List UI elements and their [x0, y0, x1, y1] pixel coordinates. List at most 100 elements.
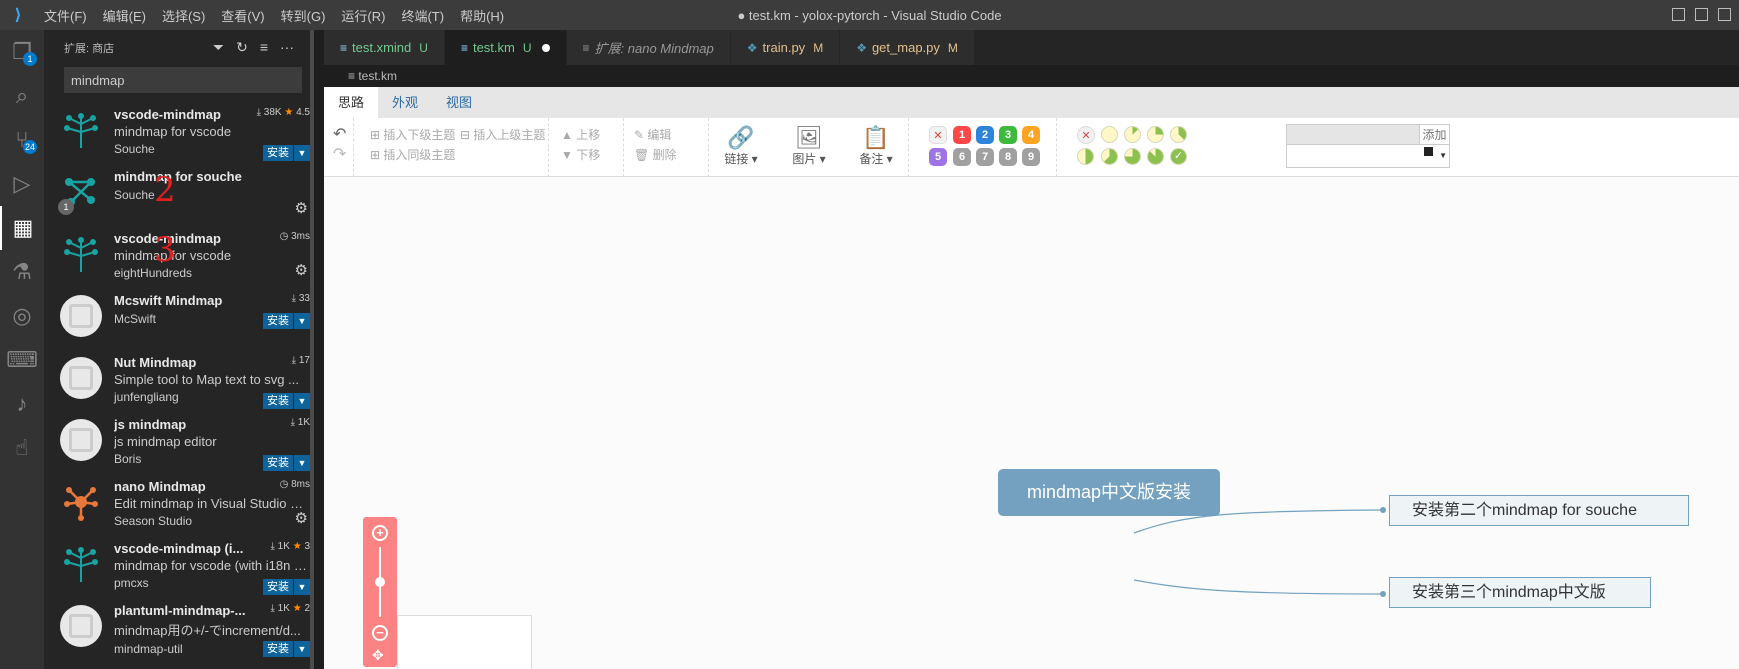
extension-item[interactable]: nano Mindmap Edit mindmap in Visual Stud… [44, 473, 314, 535]
insert-child-button[interactable]: ⊞ 插入下级主题 [370, 126, 455, 143]
insert-parent-button[interactable]: ⊟ 插入上级主题 [460, 126, 545, 143]
manage-gear-icon[interactable]: ⚙ [295, 261, 308, 279]
progress-5-icon[interactable] [1101, 148, 1118, 165]
priority-remove-icon[interactable]: ✕ [929, 126, 947, 144]
zoom-out-icon[interactable]: − [372, 625, 388, 641]
install-button[interactable]: 安装 [263, 455, 293, 471]
source-control-icon[interactable]: ⑂ 24 [0, 118, 44, 162]
tab-get-map-py[interactable]: ❖ get_map.py M [840, 30, 975, 65]
mindmap-child-node[interactable]: 安装第三个mindmap中文版 [1389, 577, 1651, 608]
sidebar-scrollbar[interactable] [310, 30, 314, 669]
edit-button[interactable]: ✎ 编辑 [634, 126, 671, 143]
image-button[interactable]: 🖼 图片 ▾ [787, 126, 831, 167]
menu-help[interactable]: 帮助(H) [452, 6, 512, 25]
extension-item[interactable]: plantuml-mindmap-... mindmap用の+/-でincrem… [44, 597, 314, 659]
menu-go[interactable]: 转到(G) [273, 6, 334, 25]
priority-4[interactable]: 4 [1022, 126, 1040, 144]
extension-item[interactable]: Nut Mindmap Simple tool to Map text to s… [44, 349, 314, 411]
extensions-icon[interactable]: ▦ [0, 206, 44, 250]
undo-icon[interactable]: ↶ [333, 124, 346, 144]
unsaved-dot-icon[interactable] [541, 43, 550, 52]
move-up-button[interactable]: ▲ 上移 [561, 126, 600, 143]
filter-icon[interactable]: ⏷ [213, 39, 224, 56]
toggle-sidebar-icon[interactable] [1672, 8, 1685, 21]
explorer-icon[interactable]: ❐ 1 [0, 30, 44, 74]
zoom-in-icon[interactable]: + [372, 525, 388, 541]
progress-done-icon[interactable]: ✓ [1170, 148, 1187, 165]
navigator-minimap[interactable] [397, 615, 532, 669]
manage-gear-icon[interactable]: ⚙ [295, 509, 308, 527]
more-icon[interactable]: ··· [280, 39, 294, 56]
priority-7[interactable]: 7 [976, 148, 994, 166]
clear-icon[interactable]: ≡ [260, 39, 268, 56]
tab-test-km[interactable]: ≡ test.km U [444, 30, 567, 65]
link-button[interactable]: 🔗 链接 ▾ [721, 126, 761, 167]
progress-remove-icon[interactable]: ✕ [1077, 126, 1095, 144]
redo-icon[interactable]: ↷ [333, 144, 346, 164]
extension-item[interactable]: js mindmap js mindmap editor Boris ⤓ 1K … [44, 411, 314, 473]
customize-layout-icon[interactable] [1718, 8, 1731, 21]
install-button[interactable]: 安装 [263, 579, 293, 595]
install-dropdown-icon[interactable]: ▼ [294, 641, 310, 657]
priority-3[interactable]: 3 [999, 126, 1017, 144]
priority-9[interactable]: 9 [1022, 148, 1040, 166]
mindmap-root-node[interactable]: mindmap中文版安装 [998, 469, 1220, 516]
progress-1-icon[interactable] [1124, 126, 1141, 143]
tab-extension-nano-mindmap[interactable]: ≡ 扩展: nano Mindmap [566, 30, 731, 65]
tab-test-xmind[interactable]: ≡ test.xmind U [324, 30, 445, 65]
move-down-button[interactable]: ▼ 下移 [561, 146, 600, 163]
move-hand-icon[interactable]: ✥ [372, 647, 384, 664]
testing-icon[interactable]: ⚗ [0, 250, 44, 294]
install-dropdown-icon[interactable]: ▼ [294, 313, 310, 329]
extension-search-input[interactable] [64, 67, 302, 93]
refresh-icon[interactable]: ↻ [236, 39, 248, 56]
pointer-icon[interactable]: ☝ [0, 426, 44, 470]
note-button[interactable]: 📋 备注 ▾ [854, 126, 898, 167]
breadcrumb-item[interactable]: test.km [358, 69, 397, 83]
menu-selection[interactable]: 选择(S) [154, 6, 213, 25]
install-dropdown-icon[interactable]: ▼ [294, 393, 310, 409]
music-icon[interactable]: ♪ [0, 382, 44, 426]
extension-item[interactable]: vscode-mindmap mindmap for vscode eightH… [44, 225, 314, 287]
menu-run[interactable]: 运行(R) [333, 6, 393, 25]
install-button[interactable]: 安装 [263, 641, 293, 657]
km-tab-idea[interactable]: 思路 [324, 87, 379, 118]
progress-2-icon[interactable] [1147, 126, 1164, 143]
install-dropdown-icon[interactable]: ▼ [294, 579, 310, 595]
extension-item[interactable]: vscode-mindmap mindmap for vscode Souche… [44, 101, 314, 163]
remote-icon[interactable]: ◎ [0, 294, 44, 338]
mindmap-canvas[interactable]: mindmap中文版安装 安装第二个mindmap for souche 安装第… [324, 177, 1739, 669]
search-icon[interactable]: ⌕ [0, 74, 44, 118]
insert-sibling-button[interactable]: ⊞ 插入同级主题 [370, 146, 455, 163]
km-tab-appearance[interactable]: 外观 [378, 87, 432, 118]
dropdown-caret-icon[interactable]: ▼ [1439, 151, 1447, 160]
priority-8[interactable]: 8 [999, 148, 1017, 166]
delete-button[interactable]: 🗑 删除 [634, 146, 677, 163]
zoom-knob[interactable] [375, 577, 385, 587]
install-button[interactable]: 安装 [263, 145, 293, 161]
install-button[interactable]: 安装 [263, 393, 293, 409]
menu-view[interactable]: 查看(V) [213, 6, 272, 25]
extension-item[interactable]: vscode-mindmap (i... mindmap for vscode … [44, 535, 314, 597]
priority-5[interactable]: 5 [929, 148, 947, 166]
extension-item[interactable]: Mcswift Mindmap McSwift ⤓ 33 安装 ▼ [44, 287, 314, 349]
priority-6[interactable]: 6 [953, 148, 971, 166]
progress-4-icon[interactable] [1077, 148, 1094, 165]
resource-text-input[interactable] [1287, 125, 1419, 144]
menu-file[interactable]: 文件(F) [36, 6, 95, 25]
terminal-icon[interactable]: ⌨ [0, 338, 44, 382]
progress-3-icon[interactable] [1170, 126, 1187, 143]
progress-0-icon[interactable] [1101, 126, 1118, 143]
tab-train-py[interactable]: ❖ train.py M [730, 30, 841, 65]
menu-edit[interactable]: 编辑(E) [95, 6, 154, 25]
km-tab-view[interactable]: 视图 [432, 87, 486, 118]
priority-2[interactable]: 2 [976, 126, 994, 144]
toggle-panel-icon[interactable] [1695, 8, 1708, 21]
menu-terminal[interactable]: 终端(T) [393, 6, 452, 25]
progress-6-icon[interactable] [1124, 148, 1141, 165]
install-dropdown-icon[interactable]: ▼ [294, 455, 310, 471]
add-resource-button[interactable]: 添加 [1419, 125, 1449, 144]
resource-select[interactable]: ▼ [1287, 145, 1449, 167]
run-debug-icon[interactable]: ▷ [0, 162, 44, 206]
progress-7-icon[interactable] [1147, 148, 1164, 165]
